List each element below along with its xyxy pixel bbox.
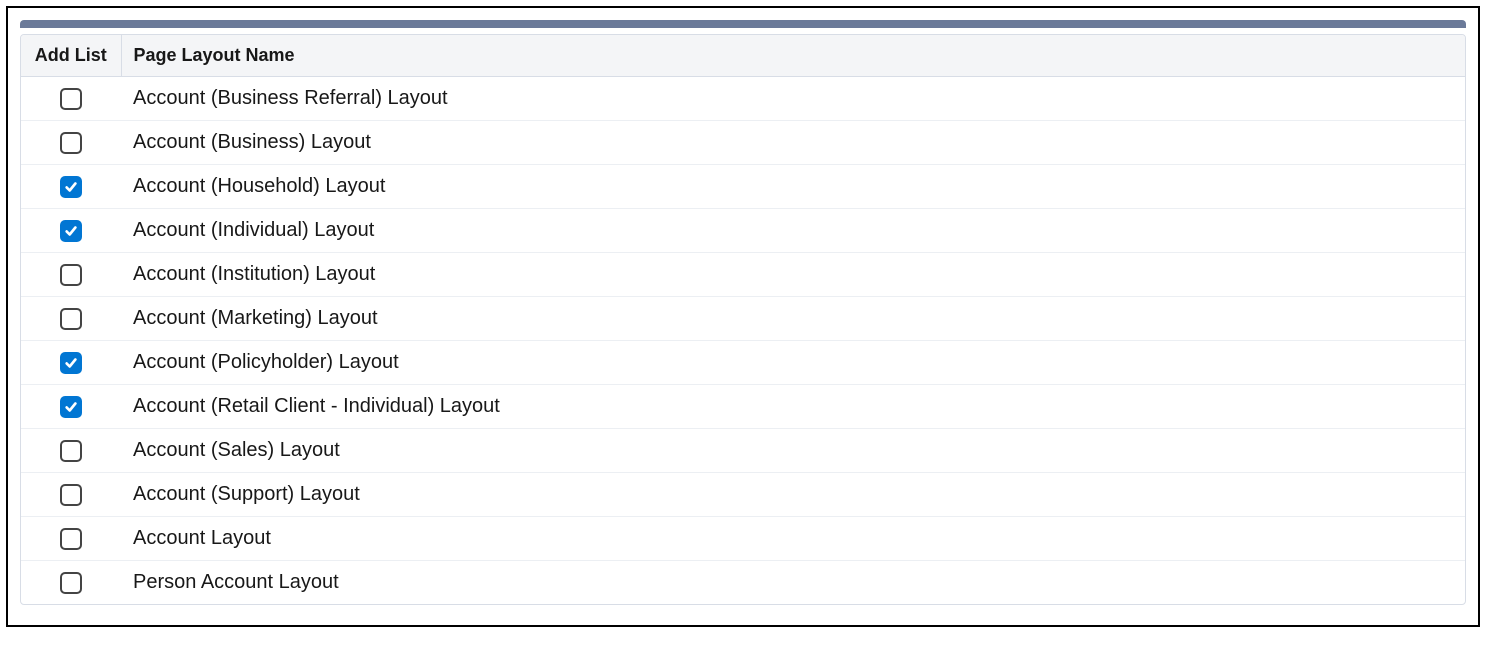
cell-page-layout-name: Account (Policyholder) Layout — [121, 341, 1465, 385]
cell-page-layout-name: Account (Support) Layout — [121, 473, 1465, 517]
header-add-list: Add List — [21, 35, 121, 77]
check-icon — [64, 224, 78, 238]
table-row: Account (Policyholder) Layout — [21, 341, 1465, 385]
add-list-checkbox[interactable] — [60, 572, 82, 594]
table-row: Account (Support) Layout — [21, 473, 1465, 517]
cell-add-list — [21, 429, 121, 473]
cell-page-layout-name: Person Account Layout — [121, 561, 1465, 605]
cell-page-layout-name: Account (Sales) Layout — [121, 429, 1465, 473]
check-icon — [64, 180, 78, 194]
cell-add-list — [21, 473, 121, 517]
table-row: Account (Household) Layout — [21, 165, 1465, 209]
cell-add-list — [21, 165, 121, 209]
add-list-checkbox[interactable] — [60, 132, 82, 154]
add-list-checkbox[interactable] — [60, 264, 82, 286]
table-row: Account (Marketing) Layout — [21, 297, 1465, 341]
table-row: Account (Business Referral) Layout — [21, 77, 1465, 121]
cell-add-list — [21, 253, 121, 297]
check-icon — [64, 400, 78, 414]
cell-add-list — [21, 341, 121, 385]
table-row: Account Layout — [21, 517, 1465, 561]
add-list-checkbox[interactable] — [60, 440, 82, 462]
add-list-checkbox[interactable] — [60, 220, 82, 242]
page-layout-table-container: Add List Page Layout Name Account (Busin… — [20, 34, 1466, 605]
cell-page-layout-name: Account Layout — [121, 517, 1465, 561]
cell-page-layout-name: Account (Marketing) Layout — [121, 297, 1465, 341]
add-list-checkbox[interactable] — [60, 484, 82, 506]
cell-page-layout-name: Account (Institution) Layout — [121, 253, 1465, 297]
add-list-checkbox[interactable] — [60, 352, 82, 374]
table-row: Person Account Layout — [21, 561, 1465, 605]
cell-add-list — [21, 385, 121, 429]
add-list-checkbox[interactable] — [60, 88, 82, 110]
cell-page-layout-name: Account (Retail Client - Individual) Lay… — [121, 385, 1465, 429]
table-row: Account (Retail Client - Individual) Lay… — [21, 385, 1465, 429]
cell-add-list — [21, 209, 121, 253]
table-header-row: Add List Page Layout Name — [21, 35, 1465, 77]
check-icon — [64, 356, 78, 370]
cell-add-list — [21, 561, 121, 605]
cell-page-layout-name: Account (Business) Layout — [121, 121, 1465, 165]
add-list-checkbox[interactable] — [60, 528, 82, 550]
table-row: Account (Sales) Layout — [21, 429, 1465, 473]
add-list-checkbox[interactable] — [60, 396, 82, 418]
cell-add-list — [21, 297, 121, 341]
panel-top-bar — [20, 20, 1466, 28]
panel-outer: Add List Page Layout Name Account (Busin… — [6, 6, 1480, 627]
cell-add-list — [21, 121, 121, 165]
page-layout-table: Add List Page Layout Name Account (Busin… — [21, 35, 1465, 604]
cell-page-layout-name: Account (Business Referral) Layout — [121, 77, 1465, 121]
header-page-layout-name: Page Layout Name — [121, 35, 1465, 77]
cell-add-list — [21, 77, 121, 121]
cell-page-layout-name: Account (Household) Layout — [121, 165, 1465, 209]
table-row: Account (Business) Layout — [21, 121, 1465, 165]
cell-page-layout-name: Account (Individual) Layout — [121, 209, 1465, 253]
add-list-checkbox[interactable] — [60, 176, 82, 198]
cell-add-list — [21, 517, 121, 561]
table-row: Account (Institution) Layout — [21, 253, 1465, 297]
add-list-checkbox[interactable] — [60, 308, 82, 330]
table-row: Account (Individual) Layout — [21, 209, 1465, 253]
